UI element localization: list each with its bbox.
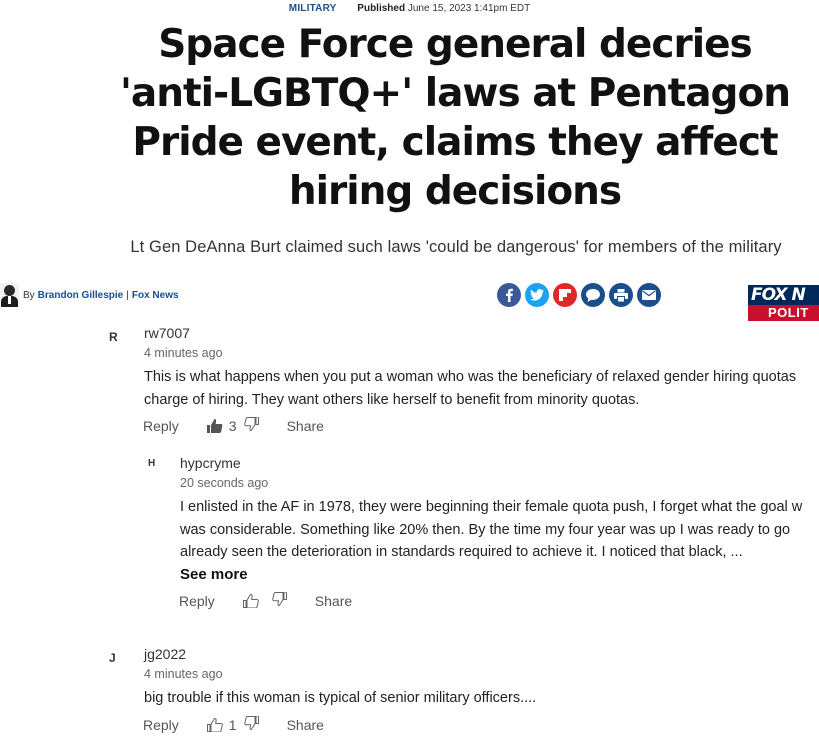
author-link[interactable]: Brandon Gillespie — [38, 290, 124, 301]
downvote-button[interactable] — [271, 592, 287, 609]
reply-button[interactable]: Reply — [179, 593, 215, 609]
comment-line: charge of hiring. They want others like … — [144, 391, 640, 408]
share-button[interactable]: Share — [287, 717, 324, 733]
twitter-icon[interactable] — [525, 283, 549, 307]
comment-line: already seen the deterioration in standa… — [180, 544, 743, 560]
published-label: Published — [357, 3, 406, 14]
comment-line: I enlisted in the AF in 1978, they were … — [180, 499, 803, 515]
email-icon[interactable] — [637, 283, 661, 307]
comment-time: 4 minutes ago — [144, 346, 223, 360]
thumbs-up-icon — [206, 717, 223, 732]
category-link[interactable]: MILITARY — [289, 3, 337, 14]
thumbs-down-icon — [243, 417, 259, 431]
comment-time: 20 seconds ago — [180, 476, 269, 490]
print-icon[interactable] — [609, 283, 633, 307]
comment-time: 4 minutes ago — [144, 667, 223, 681]
comment-actions: Reply 1 Share — [143, 716, 324, 733]
logo-bottom-text: POLIT — [748, 305, 819, 321]
byline: By Brandon Gillespie | Fox News — [0, 283, 179, 307]
comment-icon[interactable] — [581, 283, 605, 307]
comment-actions: Reply Share — [179, 592, 352, 609]
article-headline: Space Force general decries 'anti-LGBTQ+… — [119, 22, 791, 214]
comment-actions: Reply 3 Share — [143, 417, 324, 434]
comment-text: This is what happens when you put a woma… — [144, 366, 796, 411]
thumbs-up-icon — [242, 593, 259, 608]
fox-news-politics-logo[interactable]: FOX N POLIT — [748, 285, 819, 321]
logo-top-text: FOX N — [748, 285, 819, 305]
comment-text: I enlisted in the AF in 1978, they were … — [180, 496, 802, 564]
commenter-initial: H — [148, 458, 156, 469]
thumbs-up-icon — [206, 418, 223, 433]
article-meta: MILITARY Published June 15, 2023 1:41pm … — [0, 3, 819, 14]
see-more-link[interactable]: See more — [180, 566, 248, 583]
downvote-button[interactable] — [243, 417, 259, 434]
upvote-button[interactable] — [242, 593, 265, 608]
published-date: June 15, 2023 1:41pm EDT — [407, 3, 531, 14]
comment-text: big trouble if this woman is typical of … — [144, 687, 536, 710]
reply-button[interactable]: Reply — [143, 418, 179, 434]
commenter-initial: J — [109, 651, 116, 665]
reply-button[interactable]: Reply — [143, 717, 179, 733]
upvote-button[interactable]: 3 — [206, 417, 237, 434]
upvote-button[interactable]: 1 — [206, 716, 237, 733]
article-subheadline: Lt Gen DeAnna Burt claimed such laws 'co… — [130, 238, 782, 256]
thumbs-down-icon — [272, 592, 287, 606]
like-count: 1 — [228, 716, 237, 733]
commenter-initial: R — [109, 330, 118, 344]
commenter-name[interactable]: jg2022 — [144, 646, 186, 662]
like-count: 3 — [228, 417, 237, 434]
comment-line: big trouble if this woman is typical of … — [144, 690, 537, 706]
comment-line: This is what happens when you put a woma… — [144, 369, 797, 385]
byline-separator: | — [126, 289, 129, 301]
downvote-button[interactable] — [243, 716, 259, 733]
author-avatar[interactable] — [0, 283, 19, 307]
commenter-name[interactable]: rw7007 — [144, 325, 190, 341]
share-bar — [497, 283, 661, 307]
share-button[interactable]: Share — [287, 418, 324, 434]
comment-line: was considerable. Something like 20% the… — [180, 521, 791, 538]
facebook-icon[interactable] — [497, 283, 521, 307]
commenter-name[interactable]: hypcryme — [180, 455, 241, 471]
outlet-link[interactable]: Fox News — [132, 290, 179, 301]
flipboard-icon[interactable] — [553, 283, 577, 307]
byline-by: By — [23, 289, 35, 301]
share-button[interactable]: Share — [315, 593, 352, 609]
thumbs-down-icon — [243, 716, 259, 730]
